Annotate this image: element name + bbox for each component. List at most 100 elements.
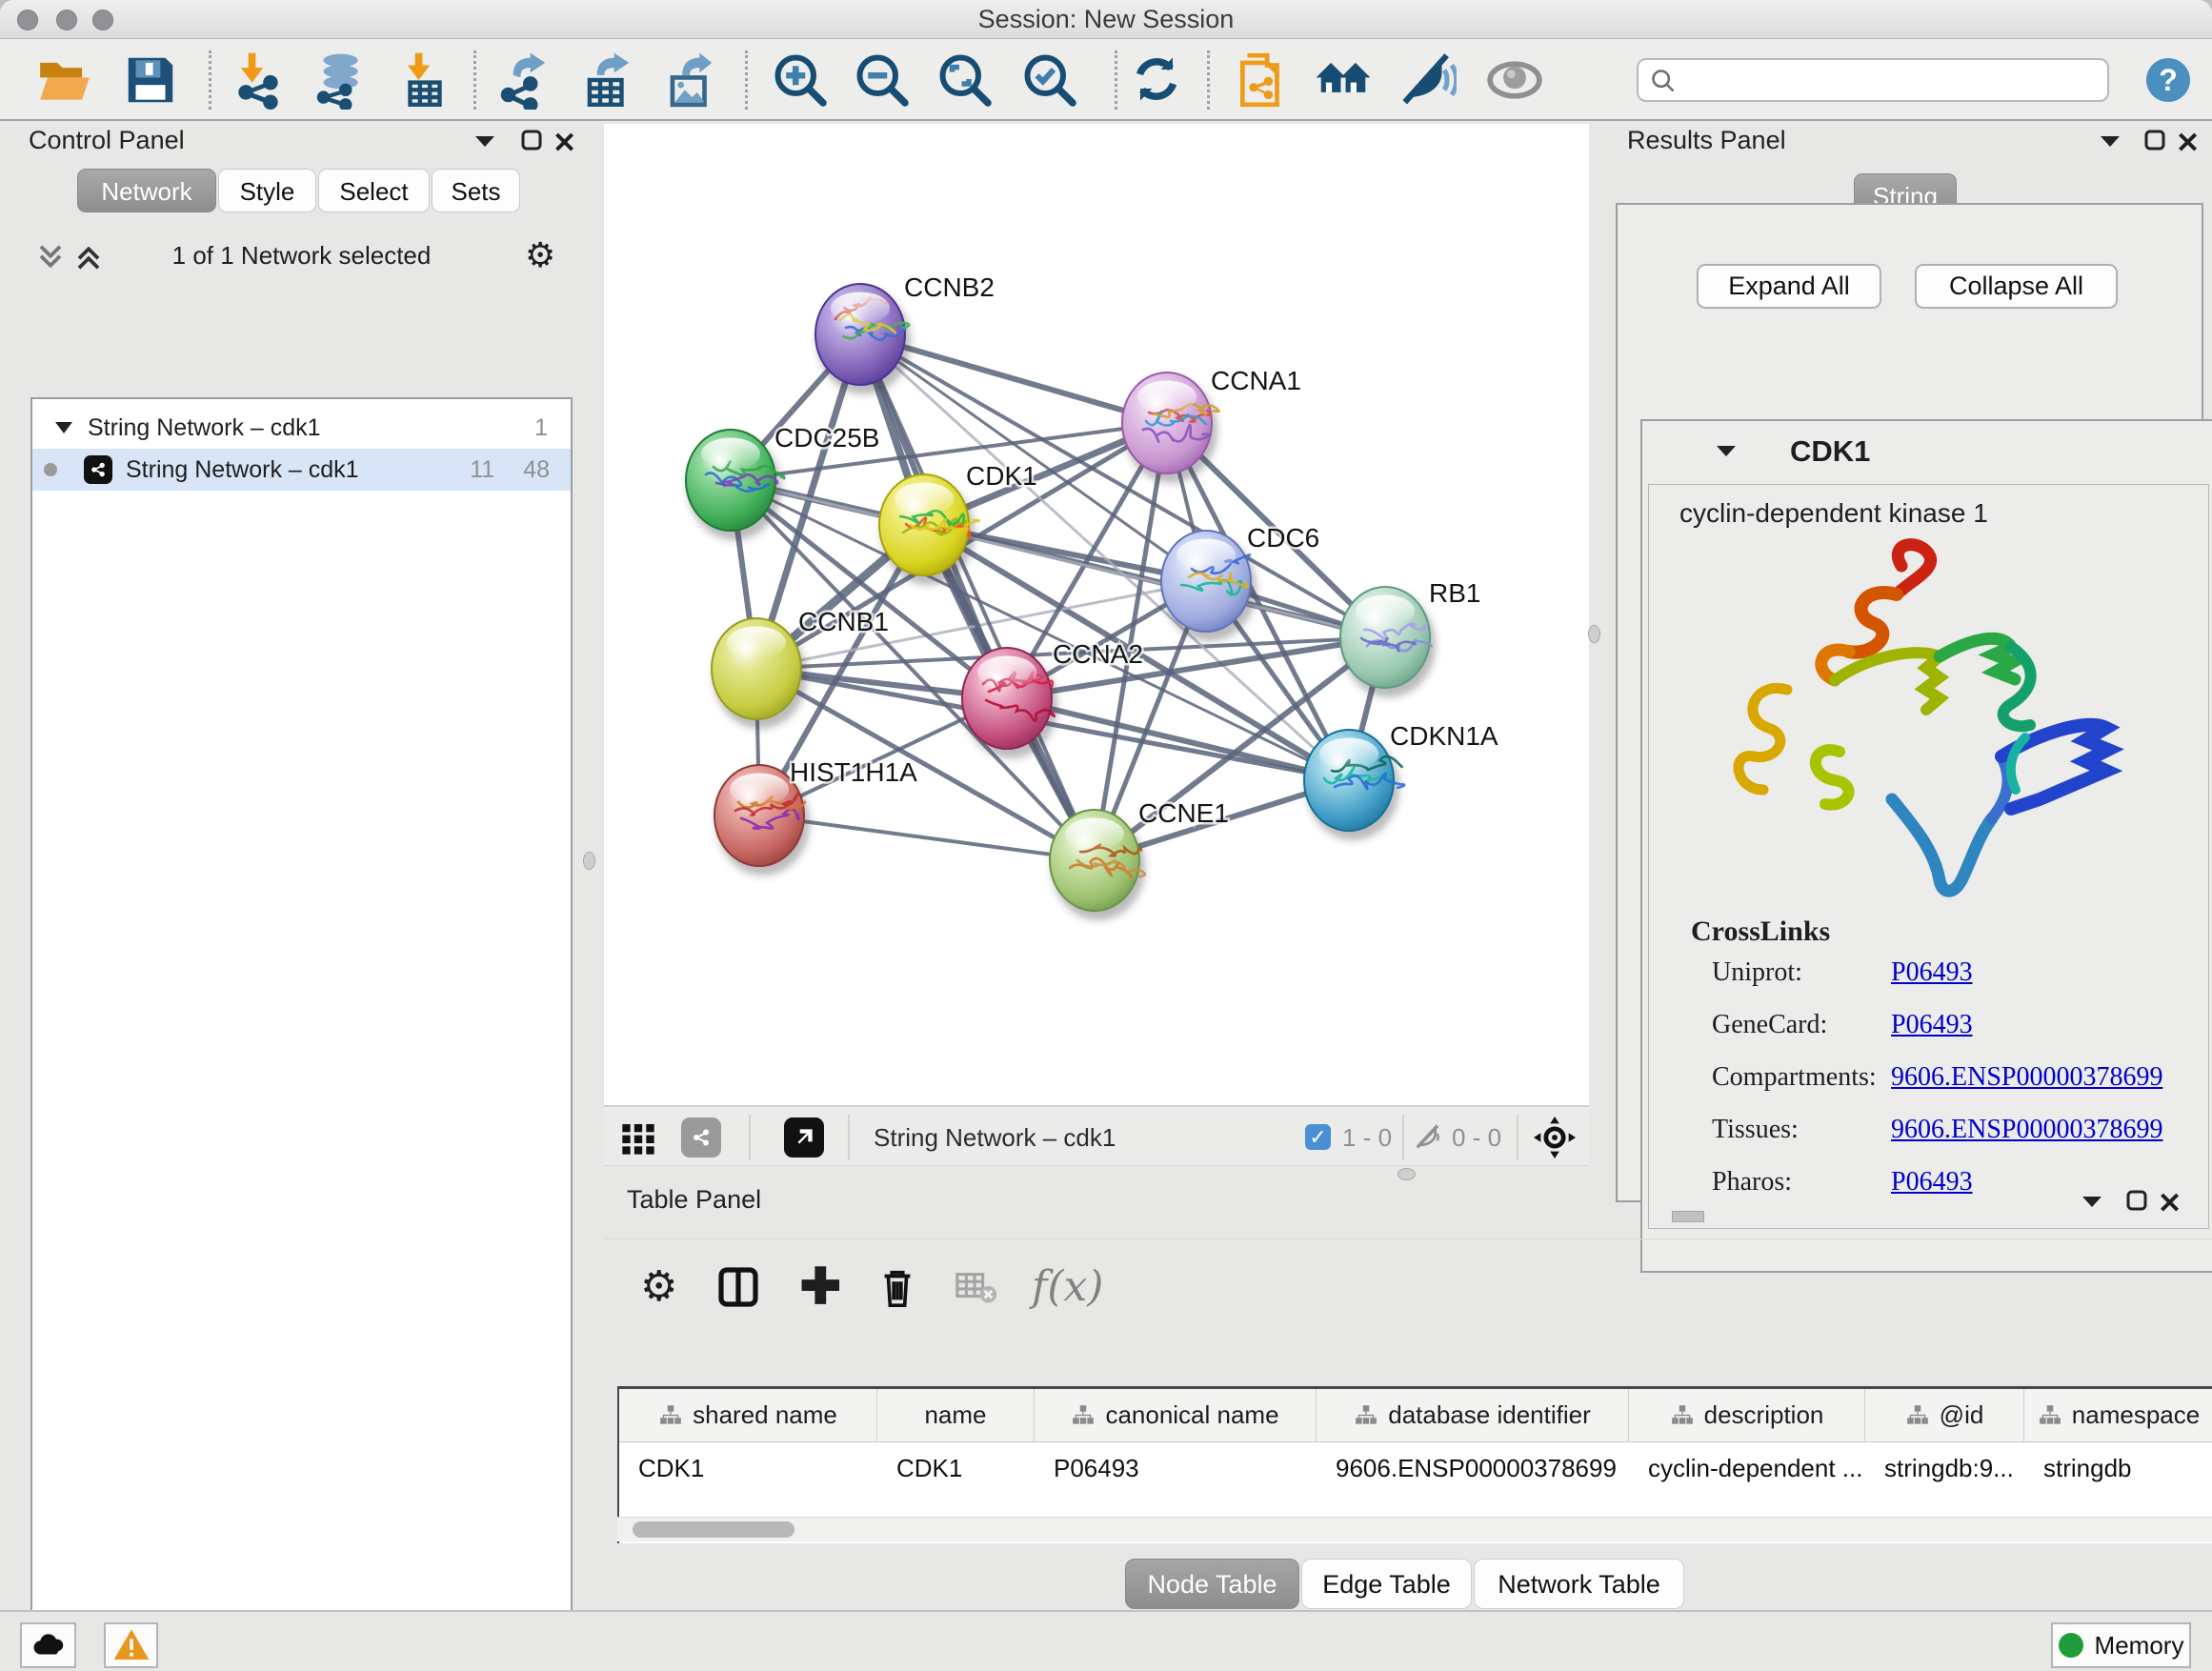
table-cell[interactable]: stringdb:9...	[1865, 1442, 2024, 1496]
zoom-fit-icon[interactable]	[935, 50, 995, 110]
table-cell[interactable]: CDK1	[877, 1442, 1035, 1496]
network-collection-count: 1	[534, 414, 548, 442]
columns-icon[interactable]	[715, 1264, 761, 1310]
section-title[interactable]: CDK1	[1790, 434, 1870, 469]
crosslink-value-link[interactable]: 9606.ENSP00000378699	[1891, 1115, 2162, 1145]
node-label: CDC25B	[774, 423, 879, 453]
float-panel-icon[interactable]	[2125, 1189, 2148, 1212]
collapse-panel-icon[interactable]	[2098, 132, 2122, 150]
right-splitter-handle[interactable]	[1588, 625, 1600, 643]
zoom-in-icon[interactable]	[771, 50, 830, 110]
collapse-panel-icon[interactable]	[2080, 1193, 2104, 1210]
grid-view-icon[interactable]	[619, 1119, 657, 1158]
warning-icon[interactable]	[104, 1622, 158, 1668]
add-column-icon[interactable]: ✚	[799, 1258, 841, 1316]
import-table-icon[interactable]	[395, 50, 454, 110]
crosslink-value-link[interactable]: P06493	[1891, 957, 1973, 988]
hide-graphics-details-icon[interactable]	[1398, 50, 1457, 110]
collapse-all-button[interactable]: Collapse All	[1915, 264, 2118, 309]
table-cell[interactable]: CDK1	[619, 1442, 877, 1496]
export-image-icon[interactable]	[660, 50, 719, 110]
selected-checkbox[interactable]: ✓	[1305, 1124, 1331, 1150]
export-network-icon[interactable]	[493, 50, 553, 110]
network-list: String Network – cdk1 1 String Network –…	[30, 397, 573, 1671]
home-icon[interactable]	[1314, 50, 1373, 110]
footer-separator	[749, 1115, 751, 1160]
cdk1-section: CDK1 cyclin-dependent kinase 1	[1640, 419, 2212, 1273]
crosslink-value-link[interactable]: P06493	[1891, 1010, 1973, 1040]
network-node-ccnb1[interactable]: CCNB1	[712, 607, 889, 729]
network-node-cdk1[interactable]: CDK1	[879, 461, 1037, 585]
tab-node-table[interactable]: Node Table	[1125, 1559, 1299, 1609]
memory-label: Memory	[2095, 1631, 2184, 1661]
network-row-selected[interactable]: String Network – cdk1 11 48	[32, 449, 571, 491]
tab-network-table[interactable]: Network Table	[1474, 1559, 1684, 1609]
left-splitter-handle[interactable]	[583, 852, 595, 870]
network-edge-count: 48	[523, 456, 550, 484]
expand-all-button[interactable]: Expand All	[1697, 264, 1881, 309]
close-panel-icon[interactable]: ✕	[553, 127, 576, 160]
delete-column-icon[interactable]	[875, 1265, 919, 1309]
column-header-description[interactable]: description	[1629, 1389, 1865, 1441]
network-node-hist1h1a[interactable]: HIST1H1A	[714, 757, 917, 876]
column-header-shared-name[interactable]: shared name	[619, 1389, 877, 1441]
collapse-panel-icon[interactable]	[473, 132, 497, 150]
network-collection-row[interactable]: String Network – cdk1 1	[32, 407, 571, 449]
cdk1-details: cyclin-dependent kinase 1	[1648, 484, 2209, 1229]
column-header--id[interactable]: @id	[1865, 1389, 2024, 1441]
crosslinks-title: CrossLinks	[1691, 916, 1830, 948]
network-node-cdc6[interactable]: CDC6	[1161, 523, 1319, 641]
save-session-icon[interactable]	[121, 50, 180, 110]
column-header-database-identifier[interactable]: database identifier	[1317, 1389, 1629, 1441]
tab-network[interactable]: Network	[77, 169, 216, 212]
column-header-canonical-name[interactable]: canonical name	[1035, 1389, 1317, 1441]
column-header-label: database identifier	[1388, 1400, 1590, 1430]
open-session-icon[interactable]	[35, 50, 94, 110]
crosshair-icon[interactable]	[1534, 1117, 1576, 1158]
float-panel-icon[interactable]	[2143, 129, 2166, 151]
node-label: CCNB2	[904, 272, 995, 302]
cloud-icon[interactable]	[20, 1622, 76, 1668]
table-cell[interactable]: 9606.ENSP00000378699	[1317, 1442, 1629, 1496]
crosslink-row: Compartments:9606.ENSP00000378699	[1649, 1062, 2208, 1115]
zoom-out-icon[interactable]	[853, 50, 912, 110]
network-canvas[interactable]: CCNB2CCNA1CDC25BCDK1CDC6RB1CCNB1CCNA2CDK…	[604, 124, 1589, 1105]
export-view-icon[interactable]	[784, 1117, 824, 1158]
control-panel-title: Control Panel	[29, 126, 185, 155]
close-panel-icon[interactable]: ✕	[2176, 127, 2200, 160]
gear-icon[interactable]: ⚙	[525, 235, 555, 275]
zoom-selected-icon[interactable]	[1020, 50, 1079, 110]
table-row[interactable]: CDK1CDK1P064939606.ENSP00000378699cyclin…	[619, 1442, 2212, 1496]
import-network-icon[interactable]	[229, 50, 288, 110]
section-triangle-icon[interactable]	[1714, 442, 1739, 459]
table-cell[interactable]: stringdb	[2024, 1442, 2212, 1496]
table-cell[interactable]: cyclin-dependent ...	[1629, 1442, 1865, 1496]
tab-sets[interactable]: Sets	[432, 169, 520, 212]
delete-table-icon	[954, 1265, 997, 1309]
column-header-name[interactable]: name	[877, 1389, 1035, 1441]
tab-select[interactable]: Select	[318, 169, 430, 212]
float-panel-icon[interactable]	[520, 129, 543, 151]
network-node-cdkn1a[interactable]: CDKN1A	[1304, 721, 1498, 840]
open-in-string-icon[interactable]	[1233, 50, 1292, 110]
scrollbar-thumb[interactable]	[633, 1521, 794, 1538]
column-header-label: shared name	[693, 1400, 837, 1430]
help-icon[interactable]: ?	[2146, 58, 2190, 102]
table-cell[interactable]: P06493	[1035, 1442, 1317, 1496]
crosslink-value-link[interactable]: 9606.ENSP00000378699	[1891, 1062, 2162, 1093]
column-header-namespace[interactable]: namespace	[2024, 1389, 2212, 1441]
tab-style[interactable]: Style	[218, 169, 316, 212]
hidden-eye-icon[interactable]	[1414, 1122, 1444, 1153]
refresh-icon[interactable]	[1128, 50, 1187, 110]
memory-button[interactable]: Memory	[2051, 1622, 2191, 1668]
share-view-icon[interactable]	[681, 1117, 721, 1158]
network-node-ccne1[interactable]: CCNE1	[1050, 798, 1229, 920]
tab-edge-table[interactable]: Edge Table	[1301, 1559, 1472, 1609]
export-table-icon[interactable]	[577, 50, 636, 110]
search-input[interactable]	[1637, 58, 2109, 102]
network-node-rb1[interactable]: RB1	[1340, 578, 1480, 697]
table-horizontal-scrollbar[interactable]	[617, 1517, 2212, 1541]
close-panel-icon[interactable]: ✕	[2158, 1187, 2182, 1220]
import-database-icon[interactable]	[309, 50, 368, 110]
gear-icon[interactable]: ⚙	[640, 1262, 677, 1311]
